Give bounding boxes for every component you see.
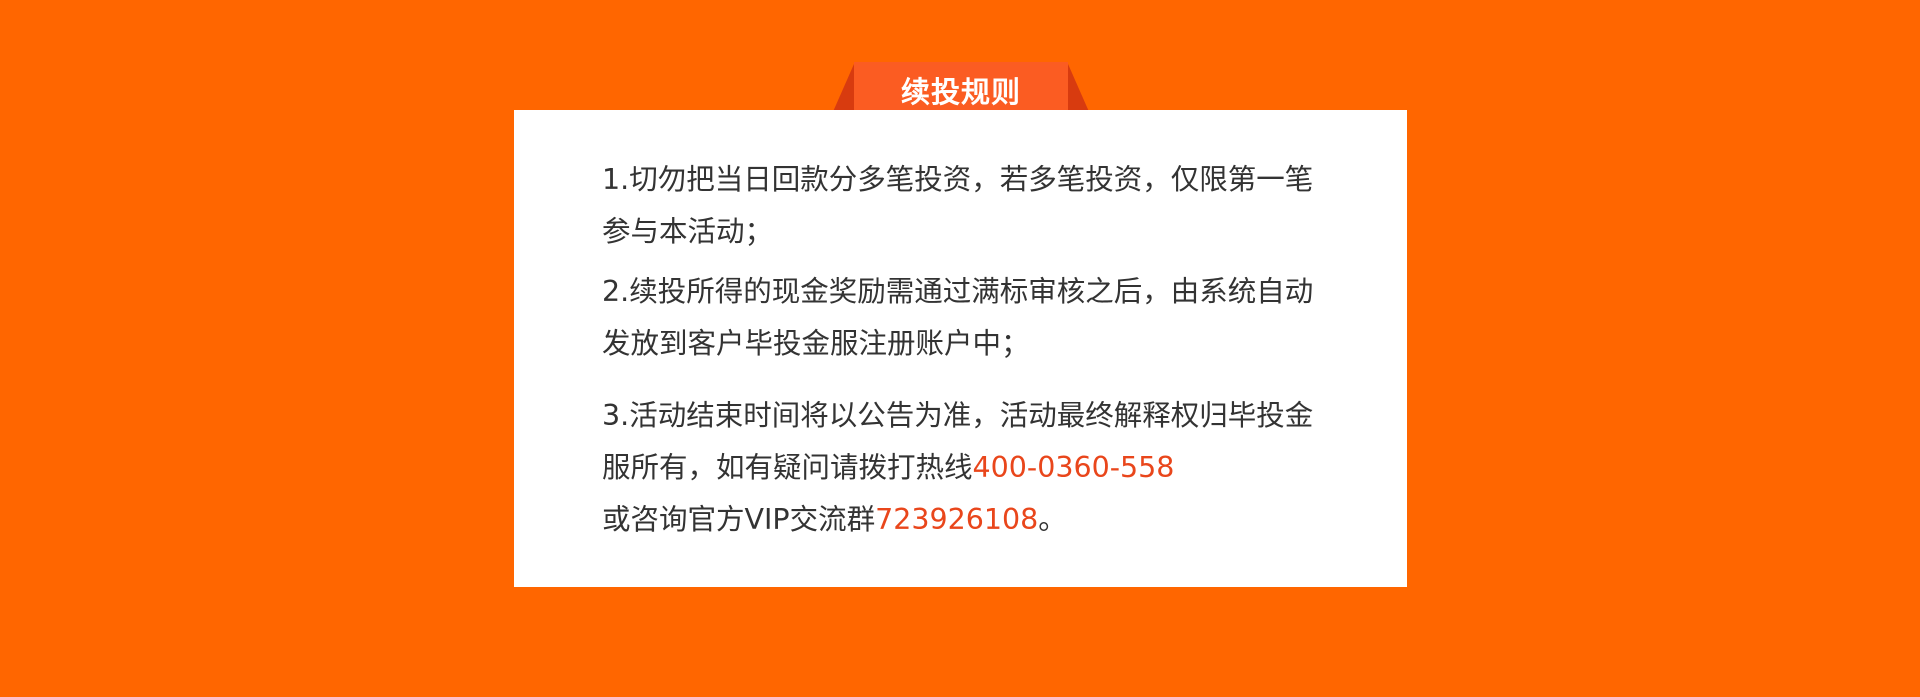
rule-item-1: 1.切勿把当日回款分多笔投资，若多笔投资，仅限第一笔参与本活动； <box>602 163 1314 248</box>
rules-card: 1.切勿把当日回款分多笔投资，若多笔投资，仅限第一笔参与本活动； 2.续投所得的… <box>514 110 1407 587</box>
vip-group-number: 723926108 <box>875 503 1039 536</box>
rule-3-group-text: 或咨询官方VIP交流群 <box>602 503 876 536</box>
rules-list: 1.切勿把当日回款分多笔投资，若多笔投资，仅限第一笔参与本活动； 2.续投所得的… <box>602 154 1327 546</box>
rule-item-2: 2.续投所得的现金奖励需通过满标审核之后，由系统自动发放到客户毕投金服注册账户中… <box>602 275 1314 360</box>
rule-3-text: 3.活动结束时间将以公告为准，活动最终解释权归毕投金服所有，如有疑问请拨打热线 <box>602 399 1314 484</box>
rule-item-3: 3.活动结束时间将以公告为准，活动最终解释权归毕投金服所有，如有疑问请拨打热线4… <box>602 390 1327 546</box>
hotline-number: 400-0360-558 <box>972 451 1175 484</box>
rule-3-end: 。 <box>1038 503 1067 536</box>
